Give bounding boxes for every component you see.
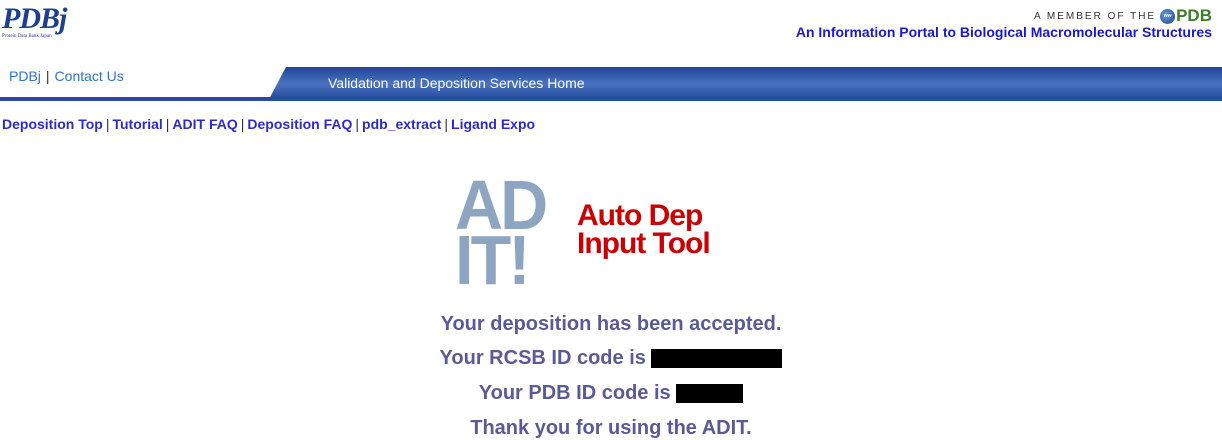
logo-subtext: Protein Data Bank Japan: [2, 34, 52, 39]
sublink-separator: |: [355, 116, 360, 132]
sublink-deposition-top[interactable]: Deposition Top: [2, 116, 103, 132]
wwpdb-logo: ww PDB: [1160, 6, 1212, 26]
sublink-separator: |: [165, 116, 170, 132]
rcsb-id-label: Your RCSB ID code is: [439, 347, 646, 369]
thank-you-message: Thank you for using the ADIT.: [470, 417, 752, 439]
deposition-sub-nav: Deposition Top | Tutorial | ADIT FAQ | Deposit…: [2, 116, 535, 132]
nav-separator: |: [45, 68, 50, 84]
sublink-adit-faq[interactable]: ADIT FAQ: [172, 116, 237, 132]
sublink-deposition-faq[interactable]: Deposition FAQ: [247, 116, 352, 132]
deposition-accepted-message: Your deposition has been accepted.: [440, 313, 782, 335]
pdb-id-label: Your PDB ID code is: [478, 382, 671, 404]
wwpdb-logo-text: PDB: [1176, 6, 1212, 25]
sublink-separator: |: [105, 116, 110, 132]
adit-logo-tagline: Auto Dep Input Tool: [577, 199, 711, 260]
top-nav-links: PDBj | Contact Us: [9, 68, 124, 84]
nav-bar-title-link[interactable]: Validation and Deposition Services Home: [328, 75, 585, 91]
sublink-separator: |: [444, 116, 449, 132]
pdb-id-line: Your PDB ID code is: [0, 382, 1222, 405]
member-prefix: A MEMBER OF THE: [1034, 10, 1157, 22]
pdbj-logo[interactable]: PDBj Protein Data Bank Japan: [2, 4, 92, 40]
logo-text: PDBj: [2, 2, 67, 35]
sublink-tutorial[interactable]: Tutorial: [112, 116, 162, 132]
nav-link-pdbj[interactable]: PDBj: [9, 68, 41, 84]
sublink-pdb-extract[interactable]: pdb_extract: [362, 116, 441, 132]
adit-logo-tagline-line2: Input Tool: [577, 227, 711, 260]
sublink-separator: |: [240, 116, 245, 132]
rcsb-id-redacted: [651, 349, 783, 369]
wwpdb-globe-icon: ww: [1160, 8, 1176, 24]
adit-logo: AD IT! Auto Dep Input Tool: [455, 170, 735, 295]
nav-link-contact-us[interactable]: Contact Us: [55, 68, 124, 84]
adit-logo-tagline-line1: Auto Dep: [577, 199, 703, 232]
rcsb-id-line: Your RCSB ID code is: [0, 347, 1222, 370]
nav-bar-underline: [0, 97, 1222, 101]
pdb-id-redacted: [676, 384, 744, 404]
portal-tagline: An Information Portal to Biological Macr…: [795, 24, 1212, 40]
sublink-ligand-expo[interactable]: Ligand Expo: [451, 116, 535, 132]
adit-logo-letters: AD IT!: [455, 170, 548, 295]
wwpdb-member-badge[interactable]: A MEMBER OF THE ww PDB: [1034, 6, 1212, 26]
